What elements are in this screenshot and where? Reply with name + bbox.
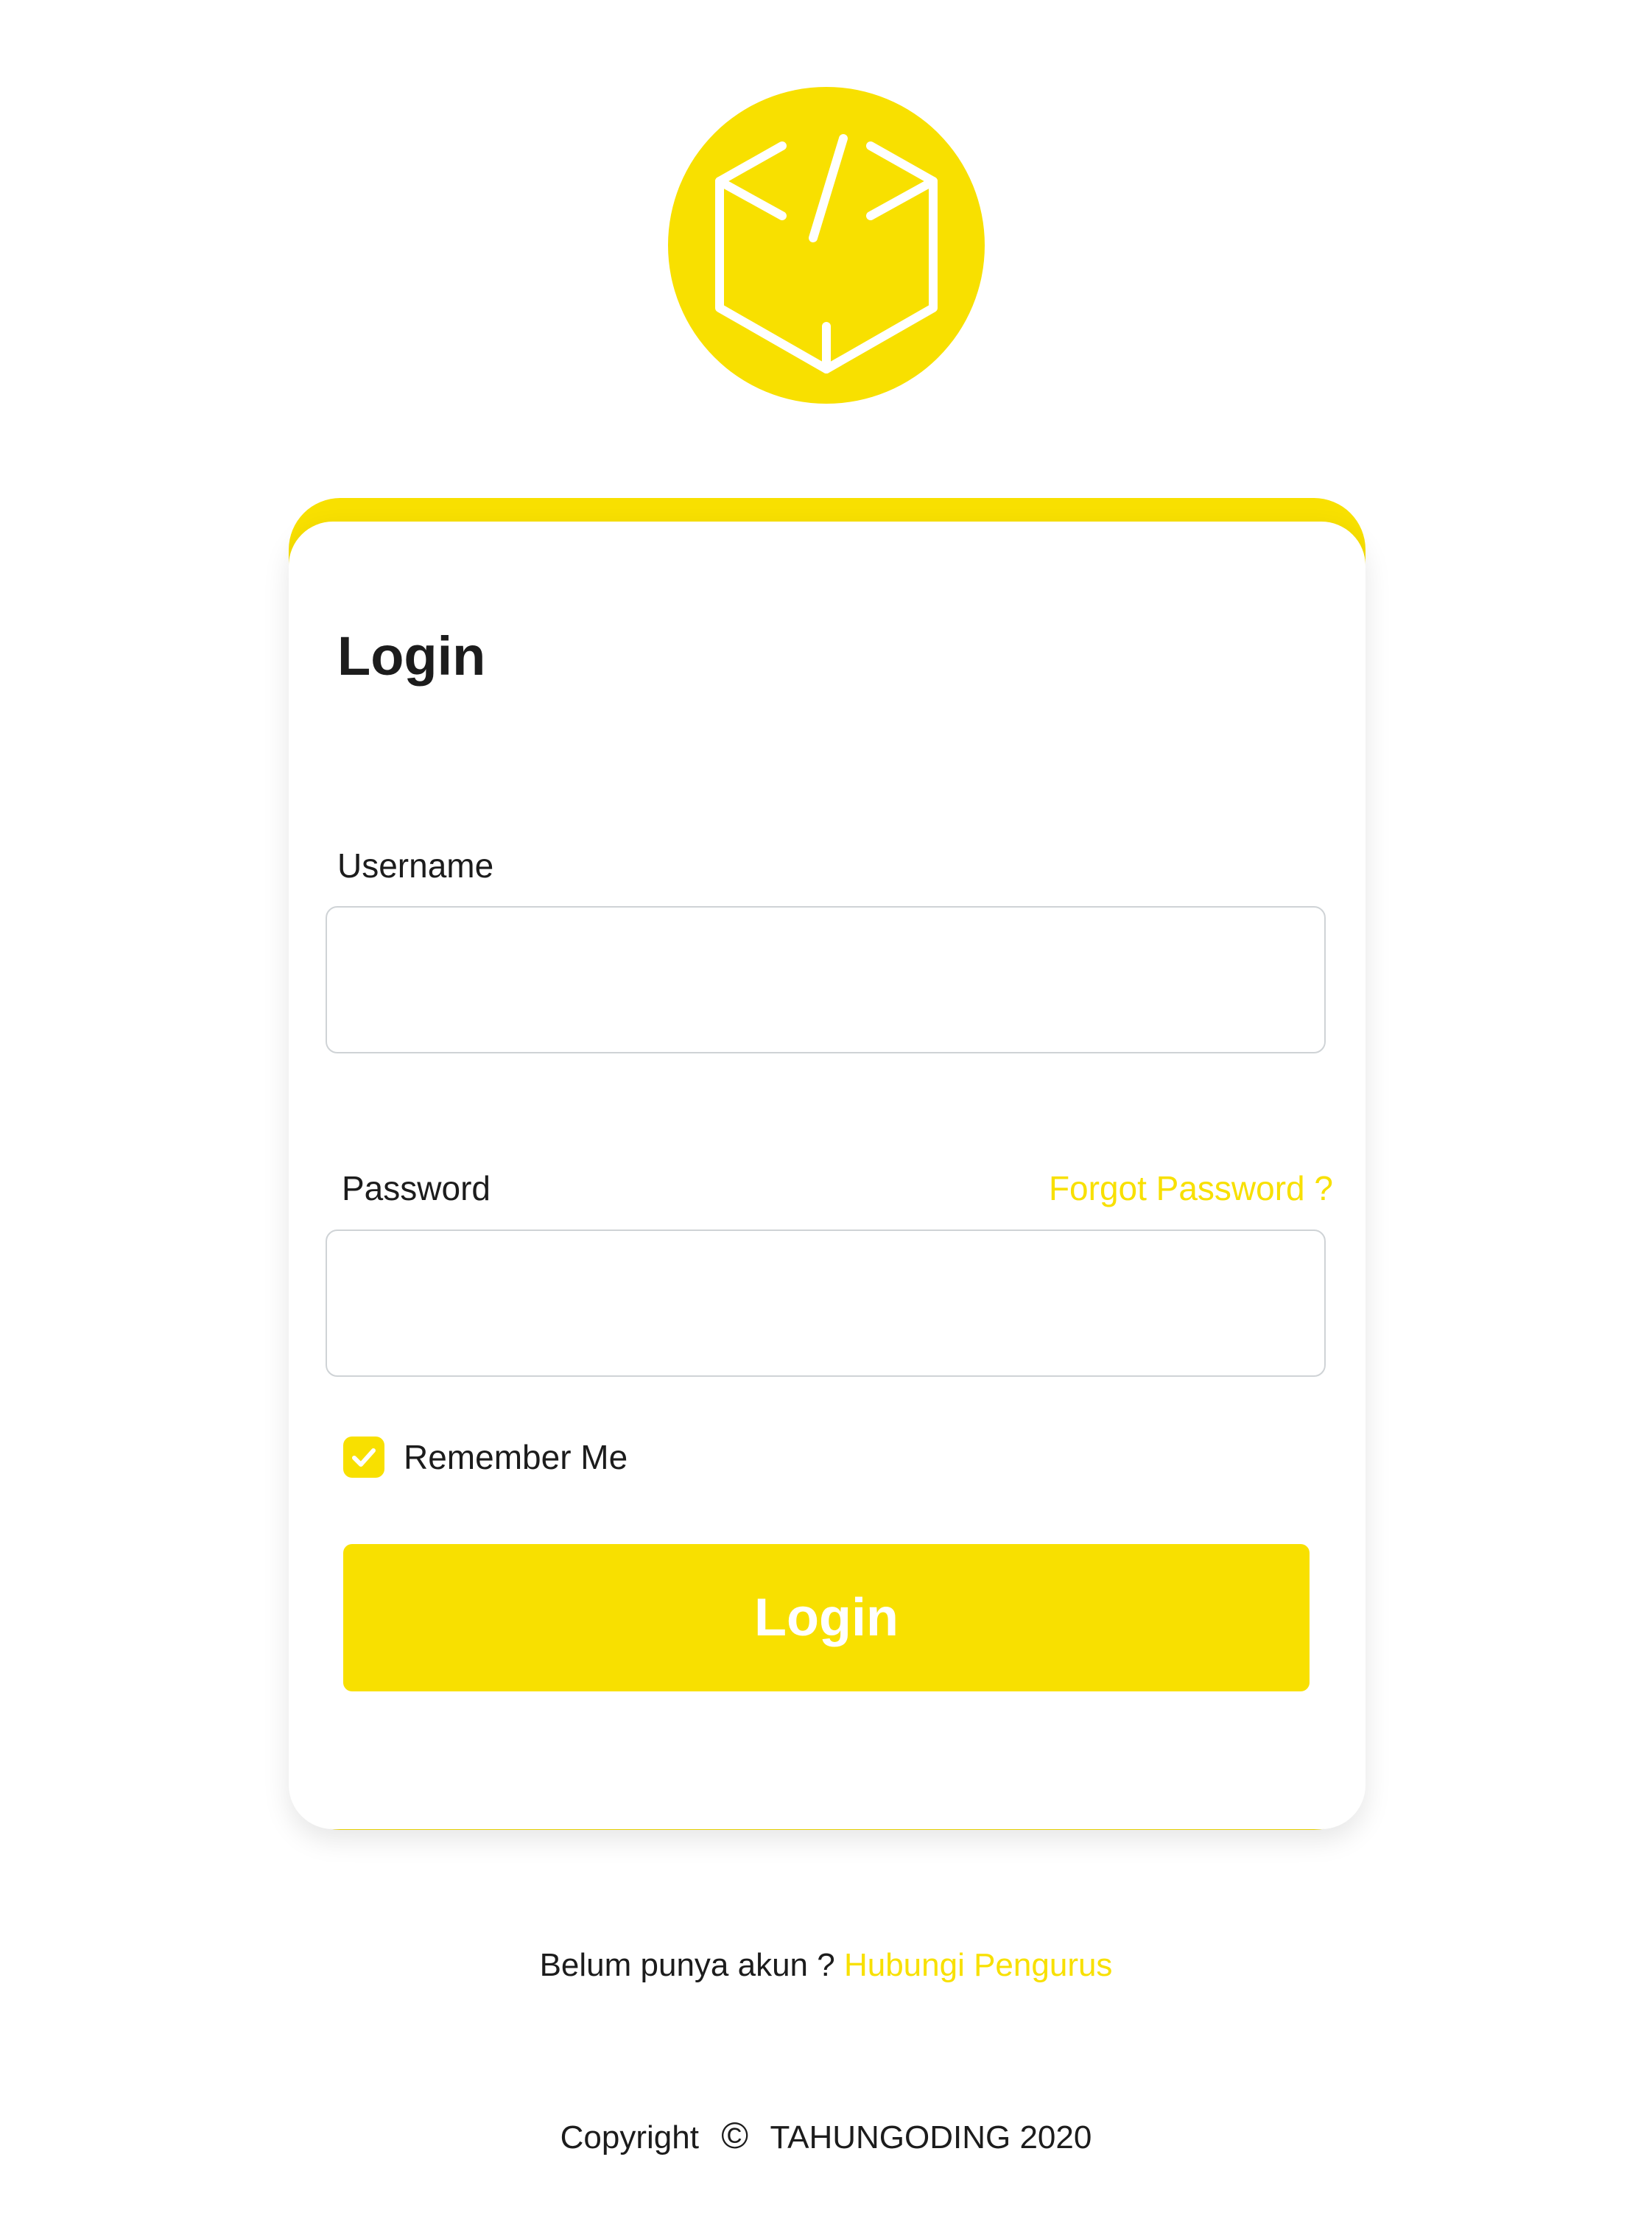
signup-text: Belum punya akun ?	[539, 1947, 835, 1983]
signup-prompt: Belum punya akun ? Hubungi Pengurus	[0, 1947, 1652, 1984]
copyright-footer: Copyright © TAHUNGODING 2020	[0, 2114, 1652, 2157]
copyright-prefix: Copyright	[560, 2119, 699, 2155]
contact-admin-link[interactable]: Hubungi Pengurus	[844, 1947, 1112, 1983]
copyright-symbol-icon: ©	[721, 2115, 749, 2156]
login-button[interactable]: Login	[343, 1544, 1310, 1691]
password-input[interactable]	[326, 1230, 1326, 1377]
checkmark-icon	[352, 1448, 376, 1467]
remember-me-checkbox[interactable]: Remember Me	[343, 1437, 628, 1478]
login-card: Login Username Password Forgot Password …	[289, 522, 1365, 1829]
app-logo	[668, 87, 985, 404]
username-input[interactable]	[326, 906, 1326, 1053]
forgot-password-link[interactable]: Forgot Password ?	[1049, 1168, 1333, 1208]
username-label: Username	[337, 846, 494, 885]
remember-me-label: Remember Me	[404, 1438, 628, 1476]
login-title: Login	[337, 625, 486, 687]
code-box-icon	[668, 87, 985, 404]
checkbox-checked-icon[interactable]	[343, 1437, 384, 1478]
password-label: Password	[342, 1169, 491, 1207]
copyright-text: TAHUNGODING 2020	[770, 2119, 1092, 2155]
